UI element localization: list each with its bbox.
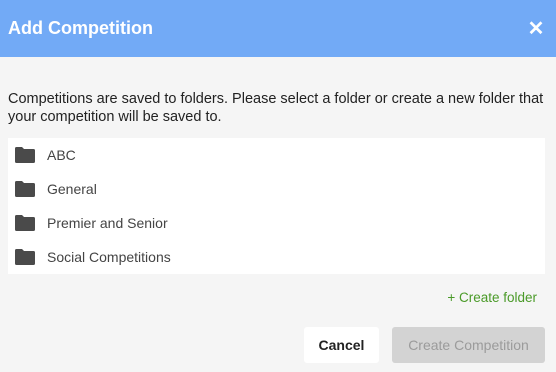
intro-text: Competitions are saved to folders. Pleas… <box>8 91 544 125</box>
create-competition-button[interactable]: Create Competition <box>392 327 545 363</box>
dialog-header: Add Competition ✕ <box>0 0 556 57</box>
folder-label: General <box>47 181 97 197</box>
folder-item[interactable]: Premier and Senior <box>8 206 545 240</box>
create-folder-link[interactable]: + Create folder <box>447 290 537 305</box>
dialog-actions: Cancel Create Competition <box>304 327 545 363</box>
folder-icon <box>15 181 35 197</box>
create-folder-row: + Create folder <box>8 274 548 321</box>
folder-list: ABC General Premier and Senior Social Co… <box>8 138 545 274</box>
folder-icon <box>15 249 35 265</box>
folder-label: Premier and Senior <box>47 215 168 231</box>
cancel-button[interactable]: Cancel <box>304 327 379 363</box>
folder-item[interactable]: ABC <box>8 138 545 172</box>
dialog-title: Add Competition <box>8 18 153 38</box>
add-competition-dialog: Add Competition ✕ Competitions are saved… <box>0 0 556 372</box>
folder-label: Social Competitions <box>47 249 171 265</box>
folder-item[interactable]: General <box>8 172 545 206</box>
folder-icon <box>15 215 35 231</box>
folder-label: ABC <box>47 147 76 163</box>
dialog-body: Competitions are saved to folders. Pleas… <box>0 57 556 321</box>
folder-icon <box>15 147 35 163</box>
folder-item[interactable]: Social Competitions <box>8 240 545 274</box>
close-icon[interactable]: ✕ <box>526 18 546 40</box>
